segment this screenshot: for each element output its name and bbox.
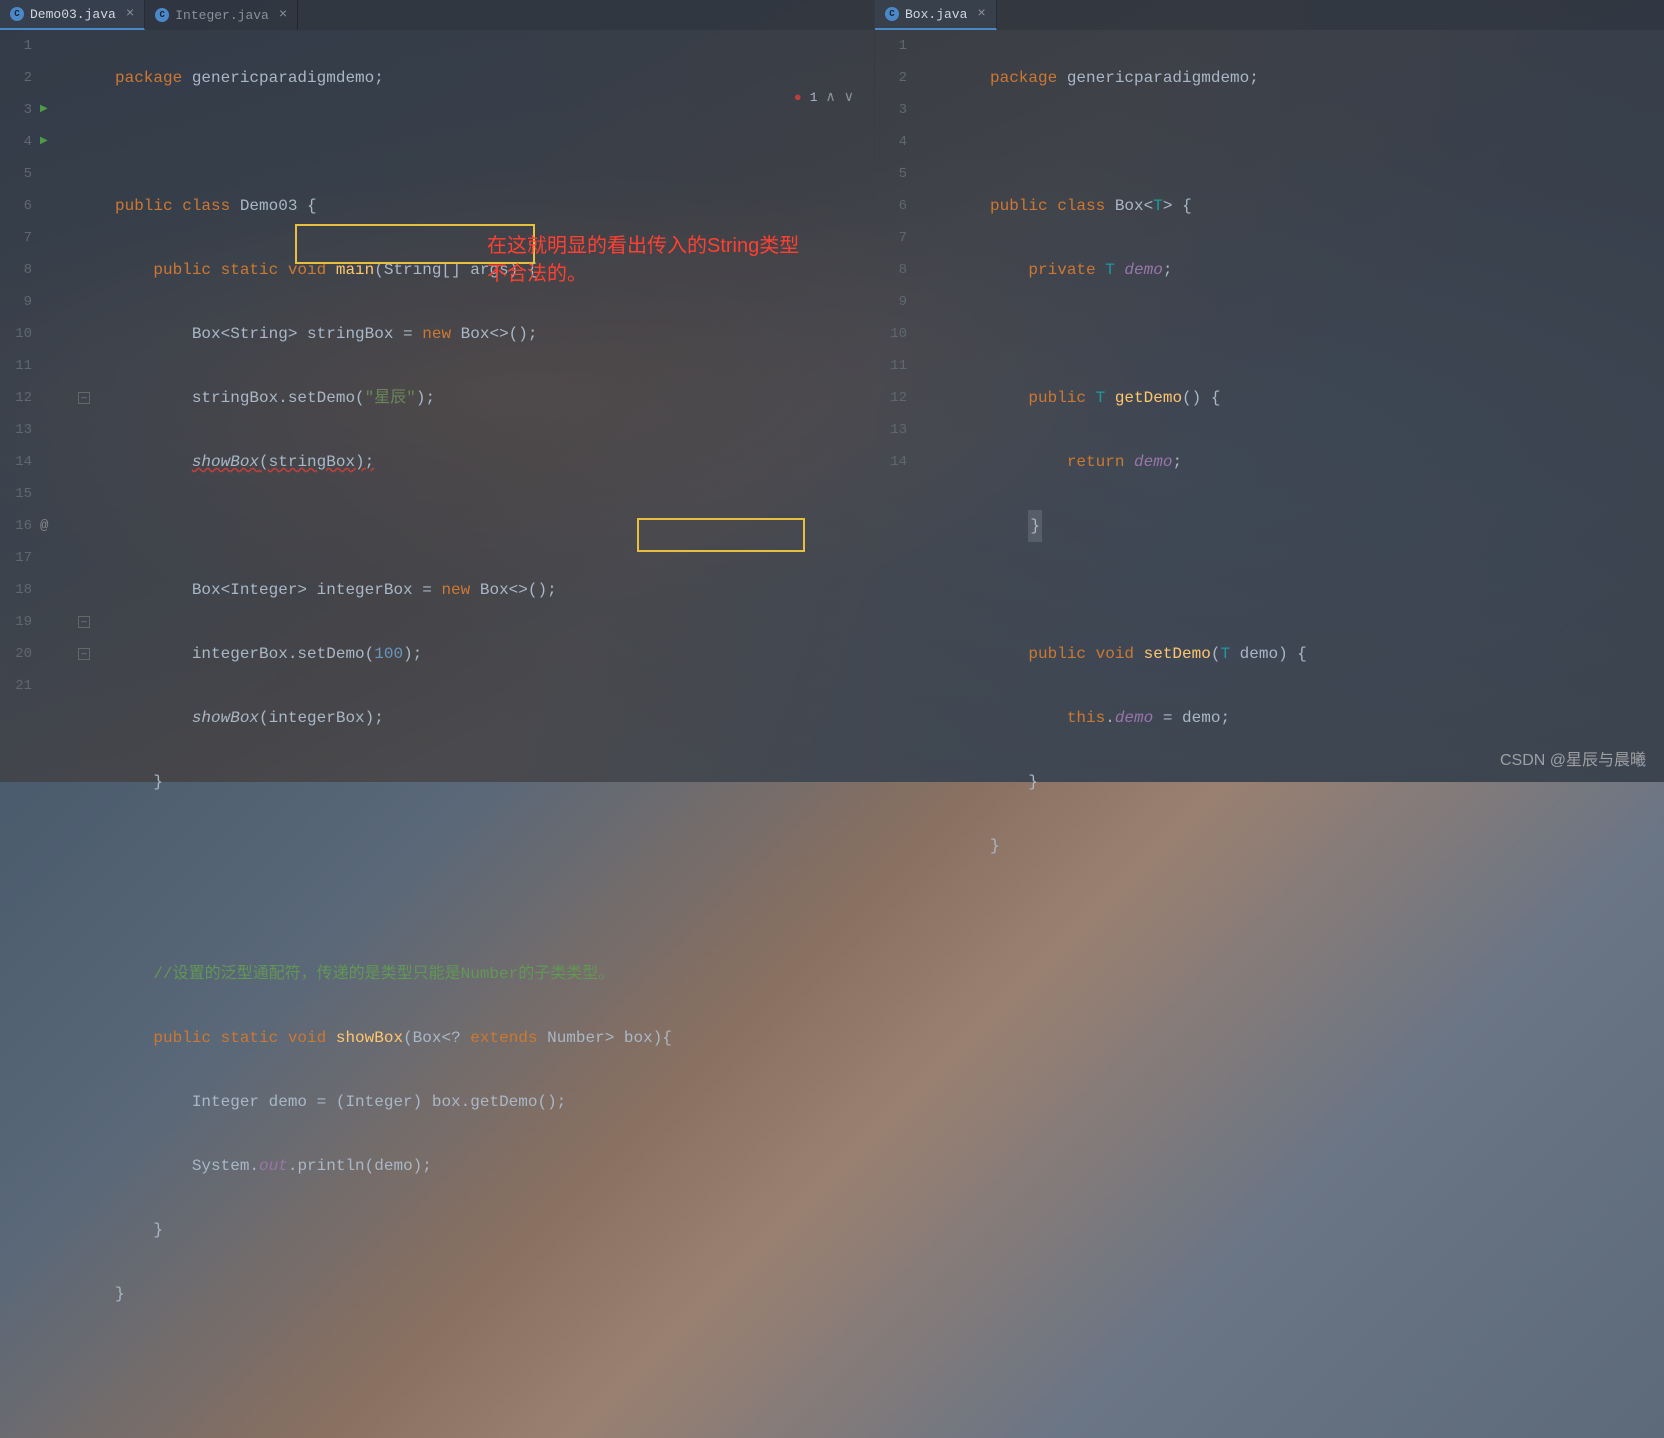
- right-gutter: 1 2 3 4 5 6 7 8 9 10 11 12 13 14: [875, 30, 970, 782]
- line-number: 9: [875, 286, 915, 318]
- line-number: 5: [875, 158, 915, 190]
- tab-box[interactable]: C Box.java ×: [875, 0, 997, 30]
- line-number: 2: [875, 62, 915, 94]
- line-number: 8: [0, 254, 40, 286]
- right-editor-pane: C Box.java × 1 2 3 4 5 6 7 8 9 10 11 12 …: [875, 0, 1664, 782]
- line-number: 11: [0, 350, 40, 382]
- tab-label: Demo03.java: [30, 7, 116, 22]
- line-number: 2: [0, 62, 40, 94]
- fold-icon[interactable]: —: [78, 648, 90, 660]
- line-number: 9: [0, 286, 40, 318]
- fold-icon[interactable]: —: [78, 616, 90, 628]
- line-number: 12: [0, 382, 40, 414]
- line-number: 4: [875, 126, 915, 158]
- line-number: 15: [0, 478, 40, 510]
- line-number: 4: [0, 126, 40, 158]
- override-icon[interactable]: @: [40, 510, 48, 542]
- line-number: 5: [0, 158, 40, 190]
- run-icon[interactable]: ▶: [40, 94, 48, 126]
- close-icon[interactable]: ×: [126, 6, 134, 22]
- line-number: 3: [0, 94, 40, 126]
- tab-integer[interactable]: C Integer.java ×: [145, 0, 298, 30]
- line-number: 20: [0, 638, 40, 670]
- java-class-icon: C: [10, 7, 24, 21]
- line-number: 16: [0, 510, 40, 542]
- line-number: 18: [0, 574, 40, 606]
- line-number: 8: [875, 254, 915, 286]
- tab-label: Box.java: [905, 7, 967, 22]
- tab-demo03[interactable]: C Demo03.java ×: [0, 0, 145, 30]
- watermark: CSDN @星辰与晨曦: [1500, 746, 1646, 770]
- right-code-area[interactable]: package genericparadigmdemo; public clas…: [990, 30, 1654, 990]
- line-number: 12: [875, 382, 915, 414]
- right-tabs: C Box.java ×: [875, 0, 1664, 30]
- line-number: 14: [875, 446, 915, 478]
- close-icon[interactable]: ×: [279, 7, 287, 23]
- tab-label: Integer.java: [175, 8, 269, 23]
- line-number: 1: [875, 30, 915, 62]
- line-number: 10: [875, 318, 915, 350]
- line-number: 13: [875, 414, 915, 446]
- left-gutter: 1 2 3▶ 4▶ 5 6 7 8 9 10 11 12 — 13 14 15 1…: [0, 30, 95, 782]
- left-tabs: C Demo03.java × C Integer.java ×: [0, 0, 874, 30]
- run-icon[interactable]: ▶: [40, 126, 48, 158]
- annotation-text: 在这就明显的看出传入的String类型 不合法的。: [487, 232, 877, 288]
- line-number: 7: [875, 222, 915, 254]
- line-number: 6: [875, 190, 915, 222]
- line-number: 11: [875, 350, 915, 382]
- close-icon[interactable]: ×: [977, 6, 985, 22]
- line-number: 14: [0, 446, 40, 478]
- right-editor[interactable]: 1 2 3 4 5 6 7 8 9 10 11 12 13 14 package…: [875, 30, 1664, 782]
- line-number: 1: [0, 30, 40, 62]
- line-number: 13: [0, 414, 40, 446]
- left-editor-pane: C Demo03.java × C Integer.java × ● 1 ∧ ∨…: [0, 0, 875, 782]
- java-class-icon: C: [155, 8, 169, 22]
- left-editor[interactable]: ● 1 ∧ ∨ 1 2 3▶ 4▶ 5 6 7 8 9 10 11 12— 13…: [0, 30, 874, 782]
- line-number: 6: [0, 190, 40, 222]
- line-number: 7: [0, 222, 40, 254]
- line-number: 19: [0, 606, 40, 638]
- java-class-icon: C: [885, 7, 899, 21]
- line-number: 17: [0, 542, 40, 574]
- fold-icon[interactable]: —: [78, 392, 90, 404]
- line-number: 21: [0, 670, 40, 702]
- line-number: 10: [0, 318, 40, 350]
- line-number: 3: [875, 94, 915, 126]
